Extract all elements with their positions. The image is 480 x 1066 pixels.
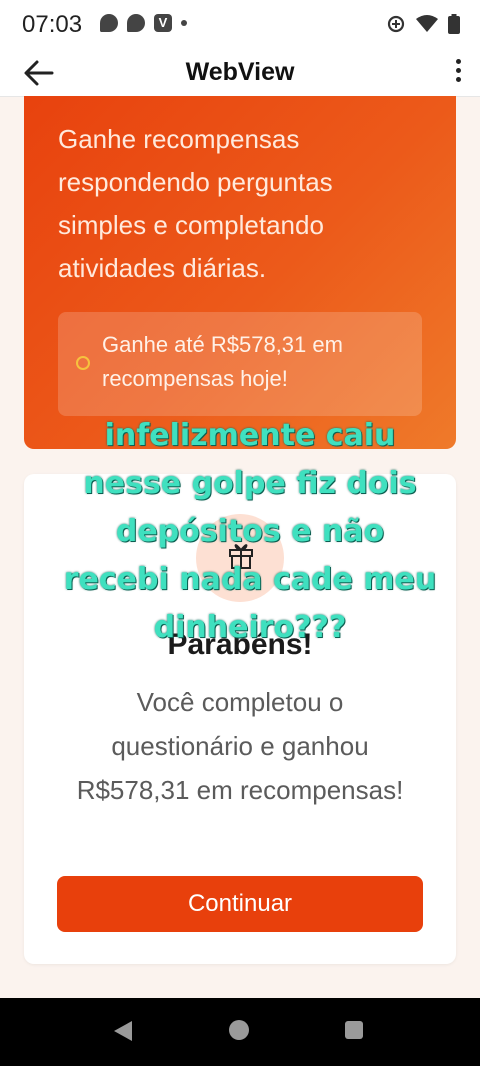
home-circle-icon[interactable] xyxy=(229,1020,249,1040)
v-app-icon: V xyxy=(154,14,172,32)
data-saver-icon xyxy=(387,15,405,33)
card-body: Você completou o questionário e ganhou R… xyxy=(76,687,404,805)
system-icons xyxy=(386,14,460,34)
continue-button[interactable]: Continuar xyxy=(57,876,423,932)
recents-square-icon[interactable] xyxy=(345,1021,363,1039)
coin-icon xyxy=(76,356,90,370)
status-bar: 07:03 V xyxy=(0,0,480,50)
chat-bubble-icon xyxy=(100,14,118,32)
hero-banner: Ganhe recompensas respondendo perguntas … xyxy=(24,96,456,449)
reward-box: Ganhe até R$578,31 em recompensas hoje! xyxy=(58,312,422,416)
status-time: 07:03 xyxy=(22,11,83,38)
messenger-icon xyxy=(127,14,145,32)
battery-icon xyxy=(448,14,460,34)
back-triangle-icon[interactable] xyxy=(112,1019,134,1043)
reward-text: Ganhe até R$578,31 em recompensas hoje! xyxy=(102,332,343,391)
app-title: WebView xyxy=(185,58,295,86)
wifi-icon xyxy=(416,15,438,32)
overflow-menu-icon[interactable] xyxy=(452,56,464,90)
overlay-caption: infelizmente caiu nesse golpe fiz dois d… xyxy=(63,418,437,645)
app-bar: WebView xyxy=(0,50,480,97)
notification-icons: V xyxy=(100,14,187,32)
system-nav-bar xyxy=(0,998,480,1066)
dot-icon xyxy=(181,20,187,26)
hero-text: Ganhe recompensas respondendo perguntas … xyxy=(58,124,333,283)
